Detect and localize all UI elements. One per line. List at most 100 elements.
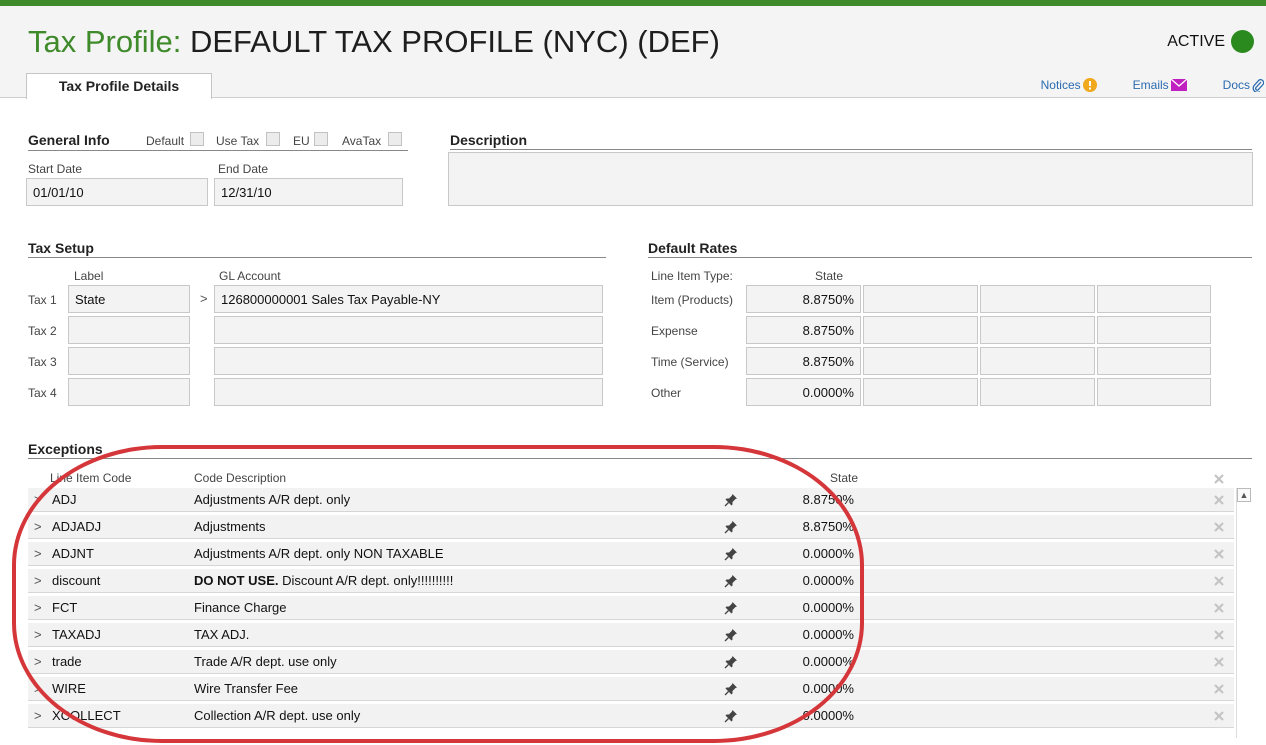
tax-1-name: Tax 1 <box>28 293 57 307</box>
rate-other-state-field[interactable]: 0.0000% <box>746 378 861 406</box>
exc-desc-header: Code Description <box>194 471 287 485</box>
tax-1-gl-field[interactable]: 126800000001 Sales Tax Payable-NY <box>214 285 603 313</box>
exc-desc: Trade A/R dept. use only <box>194 654 337 669</box>
exc-code: FCT <box>52 600 78 615</box>
page-title: Tax Profile: DEFAULT TAX PROFILE (NYC) (… <box>28 24 720 60</box>
title-name: DEFAULT TAX PROFILE (NYC) (DEF) <box>189 24 720 59</box>
table-row[interactable]: > ADJ Adjustments A/R dept. only 8.8750% <box>28 488 1234 512</box>
exc-desc: TAX ADJ. <box>194 627 249 642</box>
exc-desc-text: Wire Transfer Fee <box>194 681 299 696</box>
close-icon[interactable] <box>1213 710 1225 722</box>
rate-item-col4-field[interactable] <box>1097 285 1211 313</box>
exc-desc-bold: DO NOT USE. <box>194 573 279 588</box>
rate-item-col3-field[interactable] <box>980 285 1095 313</box>
exc-state: 0.0000% <box>802 654 854 669</box>
exc-desc: Finance Charge <box>194 600 287 615</box>
exc-desc: Adjustments A/R dept. only NON TAXABLE <box>194 546 444 561</box>
rate-time-col3-field[interactable] <box>980 347 1095 375</box>
rate-expense-col4-field[interactable] <box>1097 316 1211 344</box>
status-dot-icon <box>1231 30 1254 53</box>
tax-3-gl-field[interactable] <box>214 347 603 375</box>
exc-state-header: State <box>830 471 859 485</box>
table-row[interactable]: > FCT Finance Charge 0.0000% <box>28 596 1234 620</box>
exc-desc-text: Discount A/R dept. only!!!!!!!!!! <box>278 573 454 588</box>
rate-expense-state-field[interactable]: 8.8750% <box>746 316 861 344</box>
docs-label: Docs <box>1222 78 1250 92</box>
table-row[interactable]: > XCOLLECT Collection A/R dept. use only… <box>28 704 1234 728</box>
close-icon[interactable] <box>1213 683 1225 695</box>
warning-circle-icon <box>1082 78 1097 92</box>
chevron-right-icon: > <box>34 492 42 507</box>
exc-code: XCOLLECT <box>52 708 121 723</box>
close-icon[interactable] <box>1213 629 1225 641</box>
exc-code: WIRE <box>52 681 86 696</box>
tax-3-label-field[interactable] <box>68 347 190 375</box>
flag-default-checkbox[interactable] <box>190 132 204 146</box>
rate-other-col2-field[interactable] <box>863 378 978 406</box>
start-date-field[interactable]: 01/01/10 <box>26 178 208 206</box>
paperclip-icon <box>1252 79 1264 92</box>
end-date-field[interactable]: 12/31/10 <box>214 178 403 206</box>
table-row[interactable]: > TAXADJ TAX ADJ. 0.0000% <box>28 623 1234 647</box>
tax-4-label-field[interactable] <box>68 378 190 406</box>
docs-link[interactable]: Docs <box>1223 78 1264 92</box>
tax-2-label-field[interactable] <box>68 316 190 344</box>
exc-state: 0.0000% <box>802 627 854 642</box>
tax-2-name: Tax 2 <box>28 324 57 338</box>
exceptions-scrollbar[interactable]: ▲ <box>1236 488 1251 738</box>
tax-1-label-field[interactable]: State <box>68 285 190 313</box>
table-row[interactable]: > ADJNT Adjustments A/R dept. only NON T… <box>28 542 1234 566</box>
chevron-right-icon: > <box>34 681 42 696</box>
tax-2-gl-field[interactable] <box>214 316 603 344</box>
exc-state: 0.0000% <box>802 546 854 561</box>
exc-state: 0.0000% <box>802 600 854 615</box>
rate-expense-col2-field[interactable] <box>863 316 978 344</box>
close-icon[interactable] <box>1213 602 1225 614</box>
notices-link[interactable]: Notices <box>1041 78 1097 92</box>
exc-state: 0.0000% <box>802 681 854 696</box>
rate-time-col4-field[interactable] <box>1097 347 1211 375</box>
default-rates-title: Default Rates <box>648 240 1252 258</box>
scroll-up-icon[interactable]: ▲ <box>1237 488 1251 502</box>
rate-state-header: State <box>815 269 844 283</box>
status-badge: ACTIVE <box>1167 30 1254 53</box>
exc-desc-text: TAX ADJ. <box>194 627 250 642</box>
exc-desc: Wire Transfer Fee <box>194 681 298 696</box>
close-icon[interactable] <box>1213 656 1225 668</box>
tax-4-gl-field[interactable] <box>214 378 603 406</box>
tax-label-header: Label <box>74 269 104 283</box>
exc-desc: Collection A/R dept. use only <box>194 708 360 723</box>
flag-eu-checkbox[interactable] <box>314 132 328 146</box>
general-info-divider <box>28 150 408 151</box>
rate-item-state-field[interactable]: 8.8750% <box>746 285 861 313</box>
exc-desc-text: Adjustments <box>194 519 266 534</box>
close-icon[interactable] <box>1213 575 1225 587</box>
rate-other-col4-field[interactable] <box>1097 378 1211 406</box>
table-row[interactable]: > WIRE Wire Transfer Fee 0.0000% <box>28 677 1234 701</box>
rate-time-state-field[interactable]: 8.8750% <box>746 347 861 375</box>
rate-expense-col3-field[interactable] <box>980 316 1095 344</box>
exc-desc-text: Collection A/R dept. use only <box>194 708 361 723</box>
rate-type-time: Time (Service) <box>651 355 729 369</box>
exc-desc: Adjustments A/R dept. only <box>194 492 350 507</box>
close-icon[interactable] <box>1213 473 1225 485</box>
rate-other-col3-field[interactable] <box>980 378 1095 406</box>
emails-link[interactable]: Emails <box>1133 78 1187 92</box>
flag-default-label: Default <box>146 134 185 148</box>
table-row[interactable]: > trade Trade A/R dept. use only 0.0000% <box>28 650 1234 674</box>
rate-item-col2-field[interactable] <box>863 285 978 313</box>
flag-avatax-checkbox[interactable] <box>388 132 402 146</box>
table-row[interactable]: > ADJADJ Adjustments 8.8750% <box>28 515 1234 539</box>
tab-tax-profile-details[interactable]: Tax Profile Details <box>26 73 212 99</box>
chevron-right-icon: > <box>34 654 42 669</box>
close-icon[interactable] <box>1213 521 1225 533</box>
flag-use-tax-checkbox[interactable] <box>266 132 280 146</box>
table-row[interactable]: > discount DO NOT USE. Discount A/R dept… <box>28 569 1234 593</box>
description-field[interactable] <box>448 152 1253 206</box>
rate-time-col2-field[interactable] <box>863 347 978 375</box>
close-icon[interactable] <box>1213 494 1225 506</box>
line-item-type-header: Line Item Type: <box>651 269 733 283</box>
exc-desc-text: Trade A/R dept. use only <box>194 654 337 669</box>
chevron-right-icon: > <box>34 573 42 588</box>
close-icon[interactable] <box>1213 548 1225 560</box>
